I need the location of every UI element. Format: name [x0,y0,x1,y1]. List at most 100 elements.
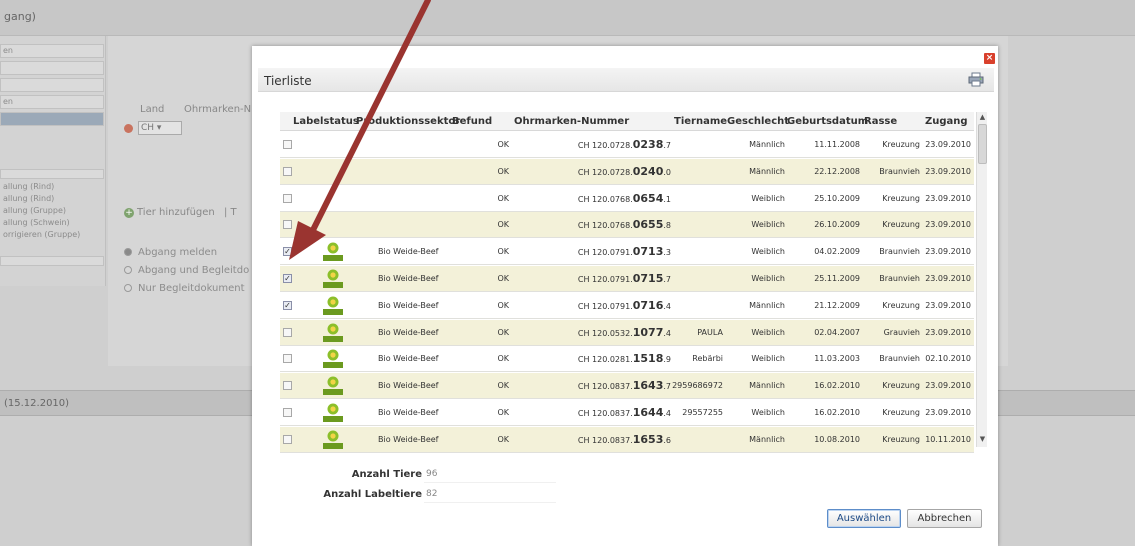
country-select[interactable]: CH ▾ [138,121,182,135]
print-icon[interactable] [968,72,984,87]
ohrmarke-suffix: .7 [663,275,671,284]
scroll-up-icon[interactable]: ▲ [977,112,988,123]
cell-zugang: 23.09.2010 [925,193,971,203]
cell-geschlecht: Weiblich [751,247,785,257]
table-row[interactable]: ✓ Bio Weide-Beef OK CH 120.0791.0716.4 Männl… [280,293,974,319]
cell-rasse: Kreuzung [882,300,920,310]
cell-ohrmarke: CH 120.0281.1518.9 [280,352,671,365]
sidebar-item[interactable] [0,78,104,92]
cell-zugang: 23.09.2010 [925,408,971,417]
sidebar-item[interactable]: en [0,95,104,109]
cell-rasse: Kreuzung [882,220,920,230]
table-row[interactable]: ✓ Bio Weide-Beef OK CH 120.0791.0713.3 Weibl… [280,239,974,266]
cell-geburtsdatum: 10.08.2010 [814,434,860,444]
auswaehlen-button[interactable]: Auswählen [827,509,901,528]
cell-geschlecht: Männlich [749,166,785,176]
cell-zugang: 10.11.2010 [925,434,971,444]
column-header-zugang[interactable]: Zugang [925,116,968,127]
cell-tiername: PAULA [697,327,723,337]
add-animal-button[interactable]: + Tier hinzufügen | T [124,207,237,218]
cell-geburtsdatum: 25.10.2009 [814,193,860,203]
ohrmarke-main: 1077 [632,325,664,339]
ohrmarke-prefix: CH 120.0728. [577,141,633,150]
cell-ohrmarke: CH 120.0532.1077.4 [280,326,671,339]
radio-abgang-melden[interactable]: Abgang melden [124,247,217,258]
ohrmarke-main: 0654 [632,191,664,205]
cell-rasse: Braunvieh [879,166,920,176]
dialog-titlebar: Tierliste [258,68,994,92]
cell-rasse: Braunvieh [879,274,920,283]
column-header-produktionssektor[interactable]: Produktionssektor [356,116,460,127]
app-header-title: gang) [4,10,36,23]
ohrmarke-prefix: CH 120.0791. [577,275,633,284]
sidebar-item[interactable]: en [0,44,104,58]
column-header-befund[interactable]: Befund [452,116,492,127]
abbrechen-button[interactable]: Abbrechen [907,509,982,528]
sidebar-subitem[interactable]: allung (Rind) [0,182,104,191]
ohrmarke-prefix: CH 120.0768. [577,221,633,231]
grid-scrollbar[interactable]: ▲ ▼ [976,112,987,447]
table-row[interactable]: Bio Weide-Beef OK CH 120.0837.1653.6 Männli… [280,426,974,453]
cell-zugang: 23.09.2010 [925,381,971,391]
cell-rasse: Kreuzung [882,434,920,444]
cell-zugang: 02.10.2010 [925,354,971,364]
column-header-tiername[interactable]: Tiername [674,116,727,127]
sidebar-item[interactable] [0,61,104,75]
scroll-thumb[interactable] [978,124,987,164]
table-row[interactable]: OK CH 120.0768.0654.1 Weiblich 25.10.2009 Kr… [280,186,974,212]
cell-zugang: 23.09.2010 [925,220,971,230]
cell-rasse: Grauvieh [883,327,920,337]
table-row[interactable]: Bio Weide-Beef OK CH 120.0837.1644.4 295572… [280,400,974,426]
sidebar-section-divider [0,256,104,266]
ohrmarke-suffix: .4 [663,409,671,418]
table-row[interactable]: OK CH 120.0728.0240.0 Männlich 22.12.2008 Br… [280,158,974,185]
table-row[interactable]: OK CH 120.0768.0655.8 Weiblich 26.10.2009 Kr… [280,212,974,239]
ohrmarke-prefix: CH 120.0837. [577,435,633,445]
cell-rasse: Kreuzung [882,381,920,391]
sidebar-subitem[interactable]: allung (Gruppe) [0,206,104,215]
cell-geburtsdatum: 16.02.2010 [814,381,860,391]
radio-dot [124,266,132,274]
table-row[interactable]: Bio Weide-Beef OK CH 120.0532.1077.4 PAULA W… [280,319,974,346]
cell-zugang: 23.09.2010 [925,247,971,257]
column-header-geschlecht[interactable]: Geschlecht [727,116,789,127]
column-header-ohrmarke[interactable]: Ohrmarken-Nummer [514,116,629,127]
table-row[interactable]: Bio Weide-Beef OK CH 120.0837.1643.7 295968… [280,373,974,400]
table-row[interactable]: Bio Weide-Beef OK CH 120.0281.1518.9 Rebärb… [280,346,974,373]
sidebar-item-active[interactable] [0,112,104,126]
cell-tiername: 29557255 [682,408,723,417]
table-row[interactable]: OK CH 120.0728.0238.7 Männlich 11.11.2008 Kr… [280,132,974,158]
ohrmarke-suffix: .4 [663,328,671,338]
radio-abgang-begleitdokument[interactable]: Abgang und Begleitdo [124,265,249,276]
cell-rasse: Braunvieh [879,354,920,364]
sidebar-section-divider [0,169,104,179]
plus-icon: + [124,208,134,218]
ohrmarke-prefix: CH 120.0791. [577,248,633,258]
cell-tiername: 2959686972 [672,381,723,391]
remove-icon[interactable] [124,124,133,133]
anzahl-labeltiere-value: 82 [424,489,556,503]
column-header-labelstatus[interactable]: Labelstatus [293,116,359,127]
ohrmarke-prefix: CH 120.0281. [577,355,633,365]
sidebar-subitem[interactable]: allung (Rind) [0,194,104,203]
cell-ohrmarke: CH 120.0837.1643.7 [280,379,671,392]
table-row[interactable]: ✓ Bio Weide-Beef OK CH 120.0791.0715.7 Weibl… [280,266,974,292]
cell-ohrmarke: CH 120.0791.0713.3 [280,245,671,258]
anzahl-tiere-label: Anzahl Tiere [351,469,422,480]
anzahl-labeltiere-label: Anzahl Labeltiere [323,489,422,500]
ohrmarke-suffix: .3 [663,248,671,258]
cell-geburtsdatum: 11.03.2003 [814,354,860,364]
radio-nur-begleitdokument[interactable]: Nur Begleitdokument [124,283,245,294]
cell-tiername: Rebärbi [692,354,723,364]
footer-date: (15.12.2010) [4,398,70,409]
column-header-rasse[interactable]: Rasse [864,116,897,127]
column-header-geburtsdatum[interactable]: Geburtsdatum [787,116,868,127]
scroll-down-icon[interactable]: ▼ [977,434,988,445]
sidebar-subitem[interactable]: orrigieren (Gruppe) [0,230,104,239]
ohrmarke-main: 1644 [632,406,664,419]
ohrmarke-main: 1643 [632,379,664,393]
sidebar-subitem[interactable]: allung (Schwein) [0,218,104,227]
cell-ohrmarke: CH 120.0791.0715.7 [280,272,671,285]
cell-geschlecht: Weiblich [751,354,785,364]
close-icon[interactable]: × [984,53,995,64]
